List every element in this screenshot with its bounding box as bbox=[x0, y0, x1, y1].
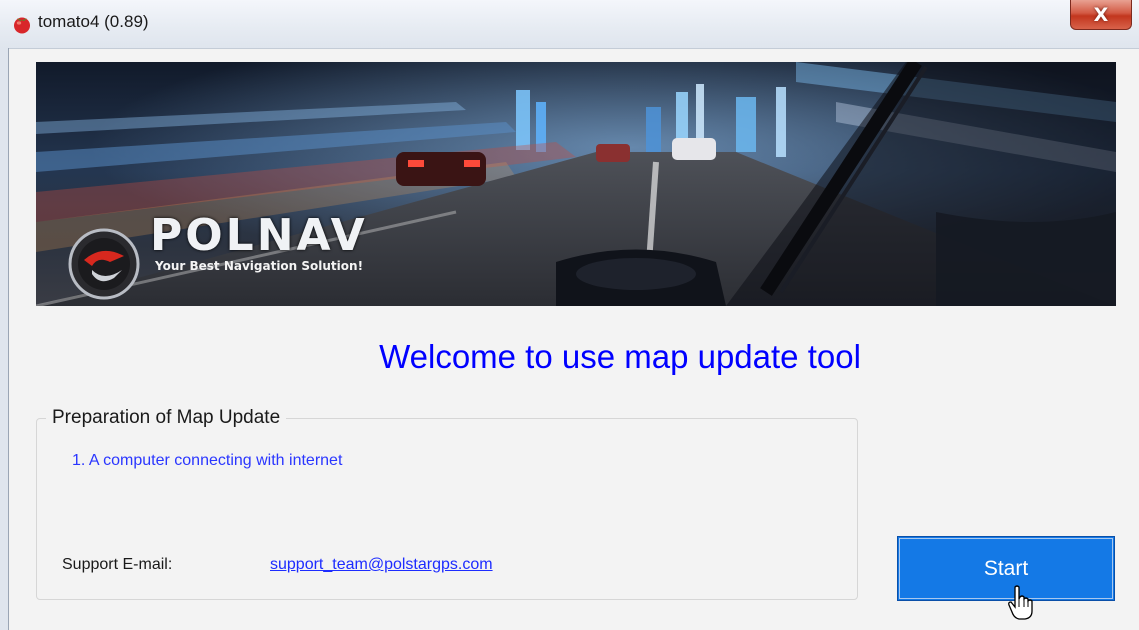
close-icon: X bbox=[1093, 3, 1109, 26]
close-button[interactable]: X bbox=[1070, 0, 1132, 30]
start-button[interactable]: Start bbox=[897, 536, 1115, 601]
polnav-logo-icon bbox=[68, 228, 140, 300]
preparation-title: Preparation of Map Update bbox=[46, 407, 287, 429]
app-window: tomato4 (0.89) X POLNAV Your Best Naviga… bbox=[0, 0, 1139, 630]
window-title: tomato4 (0.89) bbox=[38, 12, 149, 31]
tomato-icon bbox=[14, 17, 30, 34]
support-email-link[interactable]: support_team@polstargps.com bbox=[270, 556, 493, 574]
brand-logo-text: POLNAV bbox=[150, 210, 368, 261]
banner-image: POLNAV Your Best Navigation Solution! bbox=[36, 62, 1116, 306]
support-email-label: Support E-mail: bbox=[62, 556, 173, 573]
title-bar[interactable]: tomato4 (0.89) X bbox=[0, 0, 1139, 49]
hand-pointer-icon bbox=[1008, 585, 1033, 620]
start-button-label: Start bbox=[983, 556, 1029, 580]
brand-tagline: Your Best Navigation Solution! bbox=[155, 259, 364, 273]
welcome-heading: Welcome to use map update tool bbox=[379, 338, 861, 375]
requirement-item: 1. A computer connecting with internet bbox=[72, 452, 343, 469]
